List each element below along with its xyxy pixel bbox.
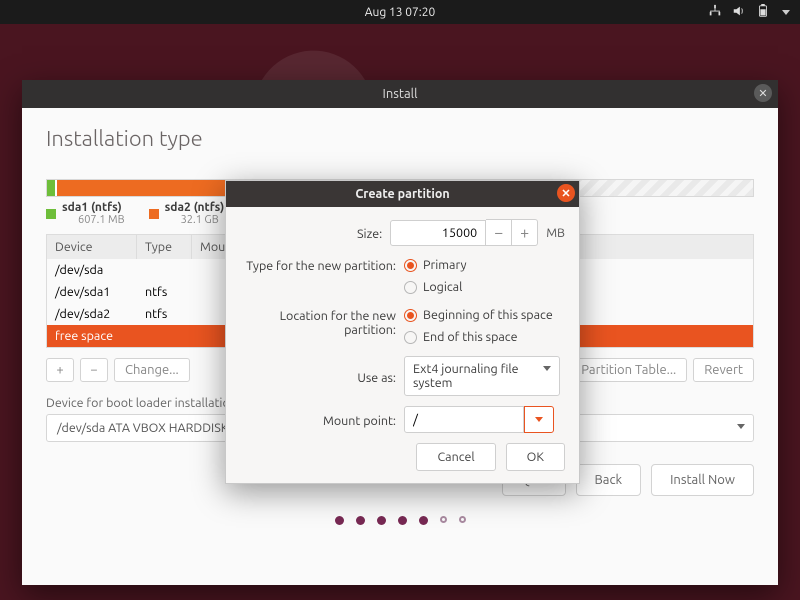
create-partition-dialog: Create partition ✕ Size: − + MB Type for… [225, 180, 580, 484]
radio-primary[interactable]: Primary [404, 256, 565, 274]
remove-partition-button[interactable]: − [80, 358, 108, 382]
chevron-down-icon [737, 424, 745, 429]
radio-icon [404, 331, 417, 344]
radio-icon [404, 309, 417, 322]
size-decrement-button[interactable]: − [486, 219, 512, 246]
radio-icon [404, 281, 417, 294]
back-button[interactable]: Back [576, 464, 642, 496]
network-icon[interactable] [708, 4, 722, 21]
ok-button[interactable]: OK [506, 443, 565, 471]
col-type: Type [137, 235, 192, 259]
system-menu-icon[interactable] [780, 6, 790, 19]
mount-point-dropdown-button[interactable] [524, 406, 554, 433]
window-close-button[interactable]: ✕ [754, 84, 772, 102]
size-unit: MB [546, 226, 565, 240]
top-panel: Aug 13 07:20 [0, 0, 800, 24]
volume-icon[interactable] [732, 4, 746, 21]
page-title: Installation type [46, 126, 754, 151]
legend-swatch-sda2 [149, 209, 159, 219]
chevron-down-icon [535, 417, 543, 422]
radio-icon [404, 259, 417, 272]
use-as-select[interactable]: Ext4 journaling file system [404, 356, 560, 396]
use-as-label: Use as: [234, 368, 404, 385]
add-partition-button[interactable]: + [46, 358, 74, 382]
col-device: Device [47, 235, 137, 259]
size-increment-button[interactable]: + [512, 219, 538, 246]
chevron-down-icon [543, 366, 551, 371]
size-label: Size: [234, 224, 390, 241]
install-now-button[interactable]: Install Now [651, 464, 754, 496]
progress-dots [46, 516, 754, 525]
battery-icon[interactable] [756, 4, 770, 21]
mount-point-input[interactable] [404, 406, 524, 433]
dialog-close-button[interactable]: ✕ [557, 184, 575, 202]
dialog-title: Create partition [355, 187, 449, 201]
radio-logical[interactable]: Logical [404, 278, 565, 296]
radio-beginning[interactable]: Beginning of this space [404, 306, 565, 324]
change-partition-button[interactable]: Change... [114, 358, 190, 382]
revert-button[interactable]: Revert [693, 358, 754, 382]
location-label: Location for the new partition: [234, 306, 404, 337]
legend-swatch-sda1 [46, 209, 56, 219]
cancel-button[interactable]: Cancel [416, 443, 495, 471]
size-input[interactable] [390, 220, 486, 246]
clock: Aug 13 07:20 [365, 6, 436, 19]
radio-end[interactable]: End of this space [404, 328, 565, 346]
mount-label: Mount point: [234, 411, 404, 428]
type-label: Type for the new partition: [234, 256, 404, 273]
window-titlebar: Install ✕ [22, 80, 778, 108]
window-title: Install [383, 87, 418, 101]
dialog-titlebar: Create partition ✕ [226, 181, 579, 207]
